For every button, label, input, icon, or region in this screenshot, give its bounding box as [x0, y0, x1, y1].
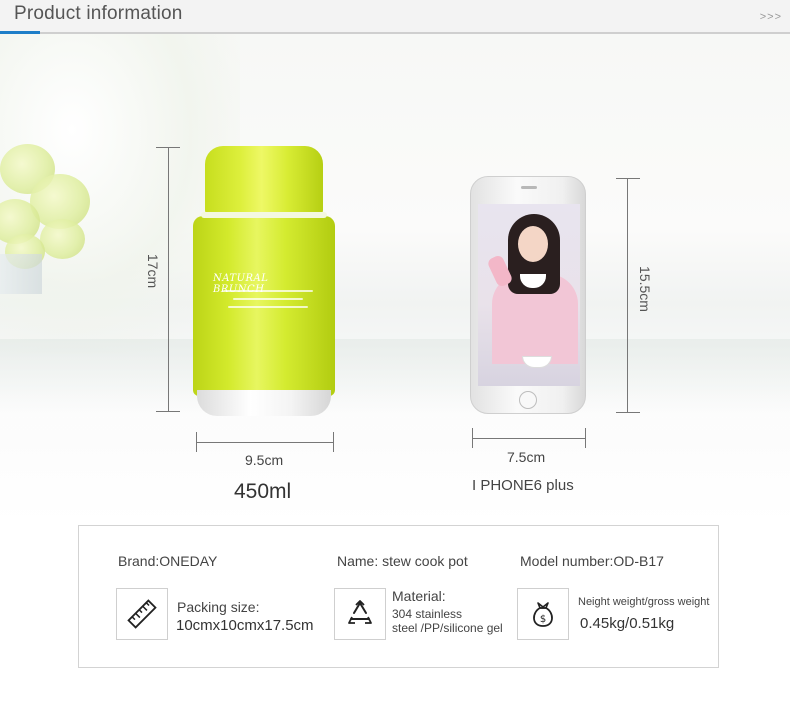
pot-print-line — [223, 290, 313, 292]
pot-height-line — [168, 147, 169, 411]
spec-packing-label: Packing size: — [177, 599, 260, 615]
pot-width-tick-left — [196, 432, 197, 452]
phone-width-tick-left — [472, 428, 473, 448]
phone-speaker — [521, 186, 537, 189]
section-title: Product information — [14, 3, 183, 24]
pot-capacity: 450ml — [234, 480, 292, 503]
product-photo — [0, 34, 790, 524]
more-arrows: >>> — [759, 11, 782, 23]
phone-screen — [478, 204, 580, 386]
spec-material-label: Material: — [392, 588, 446, 604]
phone-height-tick-top — [616, 178, 640, 179]
phone-height-line — [627, 178, 628, 412]
pot-width-label: 9.5cm — [245, 452, 284, 468]
phone-height-label: 15.5cm — [637, 266, 653, 312]
specs-panel: Brand:ONEDAY Name: stew cook pot Model n… — [78, 525, 719, 668]
stew-cook-pot-image: NATURAL BRUNCH — [193, 146, 335, 416]
pot-lid — [205, 146, 323, 216]
table-surface — [0, 339, 790, 524]
phone-width-tick-right — [585, 428, 586, 448]
pot-height-tick-bottom — [156, 411, 180, 412]
svg-text:$: $ — [540, 614, 546, 625]
phone-model-label: I PHONE6 plus — [472, 477, 574, 494]
spec-packing-value: 10cmx10cmx17.5cm — [176, 617, 314, 634]
spec-model-number: Model number:OD-B17 — [520, 553, 664, 569]
section-header: Product information >>> — [0, 0, 790, 34]
spec-brand: Brand:ONEDAY — [118, 553, 218, 569]
phone-image — [470, 176, 586, 414]
pot-width-tick-right — [333, 432, 334, 452]
pot-base — [197, 390, 331, 416]
vase — [0, 254, 42, 294]
pot-print-line — [228, 306, 308, 308]
phone-home-button — [519, 391, 537, 409]
phone-width-line — [472, 438, 585, 439]
pot-height-label: 17cm — [145, 253, 161, 289]
recycle-icon — [334, 588, 386, 640]
ruler-icon — [116, 588, 168, 640]
pot-width-line — [196, 442, 333, 443]
phone-width-label: 7.5cm — [507, 449, 546, 465]
spec-weight-label: Neight weight/gross weight — [578, 596, 710, 608]
spec-material-line1: 304 stainless — [392, 607, 463, 621]
spec-weight-value: 0.45kg/0.51kg — [580, 615, 675, 632]
spec-name: Name: stew cook pot — [337, 553, 468, 569]
pot-height-tick-top — [156, 147, 180, 148]
pot-print-line — [233, 298, 303, 300]
pot-lid-ring — [201, 212, 327, 218]
phone-height-tick-bottom — [616, 412, 640, 413]
weight-bag-icon: $ — [517, 588, 569, 640]
spec-material-line2: steel /PP/silicone gel — [392, 621, 503, 635]
